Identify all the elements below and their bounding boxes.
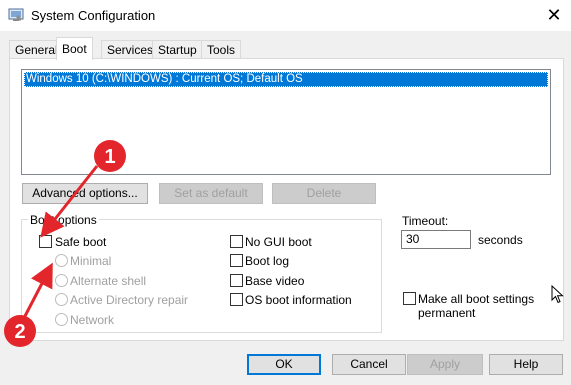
no-gui-boot-label: No GUI boot bbox=[245, 235, 312, 249]
title-bar: System Configuration ✕ bbox=[0, 0, 571, 31]
make-permanent-checkbox[interactable] bbox=[403, 292, 416, 305]
apply-button[interactable]: Apply bbox=[407, 354, 483, 375]
cancel-button[interactable]: Cancel bbox=[332, 354, 406, 375]
advanced-options-button[interactable]: Advanced options... bbox=[22, 183, 148, 204]
safe-boot-label: Safe boot bbox=[55, 235, 107, 249]
active-directory-repair-label: Active Directory repair bbox=[70, 293, 189, 307]
mouse-pointer-icon bbox=[551, 285, 564, 304]
timeout-unit-label: seconds bbox=[478, 233, 523, 247]
os-boot-information-checkbox[interactable] bbox=[230, 293, 243, 306]
boot-options-legend: Boot options bbox=[28, 213, 99, 227]
active-directory-repair-radio[interactable] bbox=[55, 293, 68, 306]
no-gui-boot-checkbox[interactable] bbox=[230, 235, 243, 248]
safe-boot-checkbox[interactable] bbox=[39, 235, 52, 248]
base-video-checkbox[interactable] bbox=[230, 274, 243, 287]
os-boot-information-label: OS boot information bbox=[245, 293, 352, 307]
msconfig-icon bbox=[8, 8, 24, 21]
alternate-shell-label: Alternate shell bbox=[70, 274, 147, 288]
tab-label: Services bbox=[107, 43, 154, 57]
timeout-input[interactable]: 30 bbox=[401, 230, 471, 249]
ok-button[interactable]: OK bbox=[247, 354, 321, 375]
alternate-shell-radio[interactable] bbox=[55, 274, 68, 287]
boot-log-checkbox[interactable] bbox=[230, 254, 243, 267]
minimal-label: Minimal bbox=[70, 254, 112, 268]
tab-boot[interactable]: Boot bbox=[56, 37, 93, 60]
window-title: System Configuration bbox=[31, 8, 156, 23]
minimal-radio[interactable] bbox=[55, 254, 68, 267]
close-button[interactable]: ✕ bbox=[540, 2, 568, 28]
os-listbox[interactable]: Windows 10 (C:\WINDOWS) : Current OS; De… bbox=[21, 69, 551, 175]
tab-label: Tools bbox=[207, 43, 236, 57]
network-label: Network bbox=[70, 313, 115, 327]
close-icon: ✕ bbox=[546, 5, 562, 25]
base-video-label: Base video bbox=[245, 274, 305, 288]
tab-label: Startup bbox=[158, 43, 197, 57]
make-permanent-label-line2: permanent bbox=[418, 306, 476, 320]
tab-startup[interactable]: Startup bbox=[152, 40, 203, 59]
boot-log-label: Boot log bbox=[245, 254, 290, 268]
tab-label: Boot bbox=[62, 42, 87, 56]
tab-tools[interactable]: Tools bbox=[201, 40, 242, 59]
help-button[interactable]: Help bbox=[489, 354, 563, 375]
tab-label: General bbox=[15, 43, 58, 57]
delete-button[interactable]: Delete bbox=[272, 183, 376, 204]
timeout-label: Timeout: bbox=[402, 214, 449, 228]
os-list-item[interactable]: Windows 10 (C:\WINDOWS) : Current OS; De… bbox=[24, 72, 548, 87]
make-permanent-label-line1: Make all boot settings bbox=[418, 292, 535, 306]
network-radio[interactable] bbox=[55, 313, 68, 326]
set-as-default-button[interactable]: Set as default bbox=[159, 183, 263, 204]
tab-services[interactable]: Services bbox=[101, 40, 160, 59]
